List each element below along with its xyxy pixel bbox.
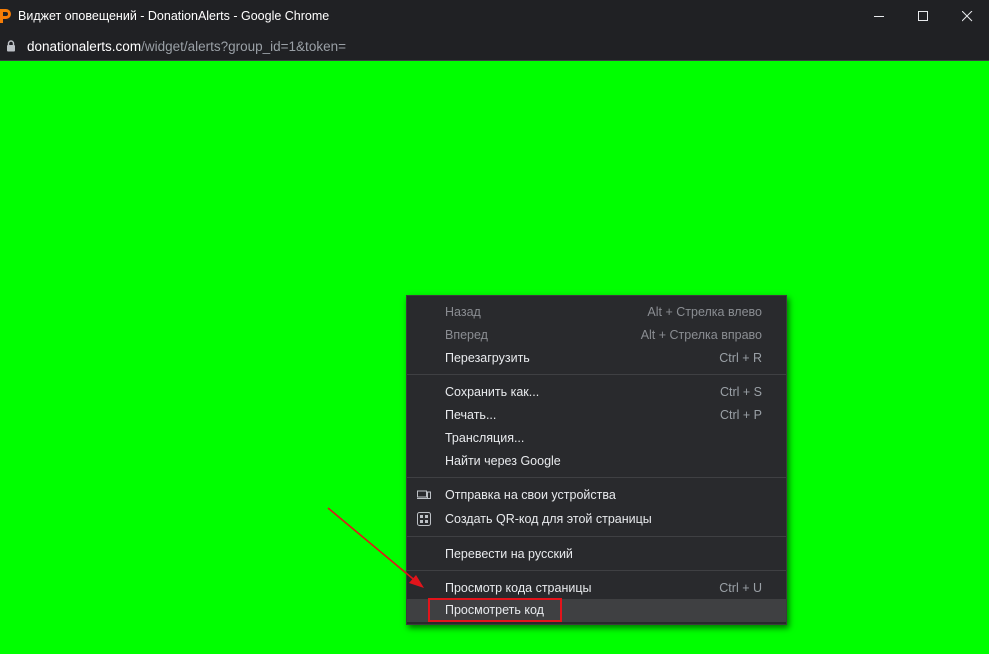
annotation-arrow-icon [327,507,424,588]
